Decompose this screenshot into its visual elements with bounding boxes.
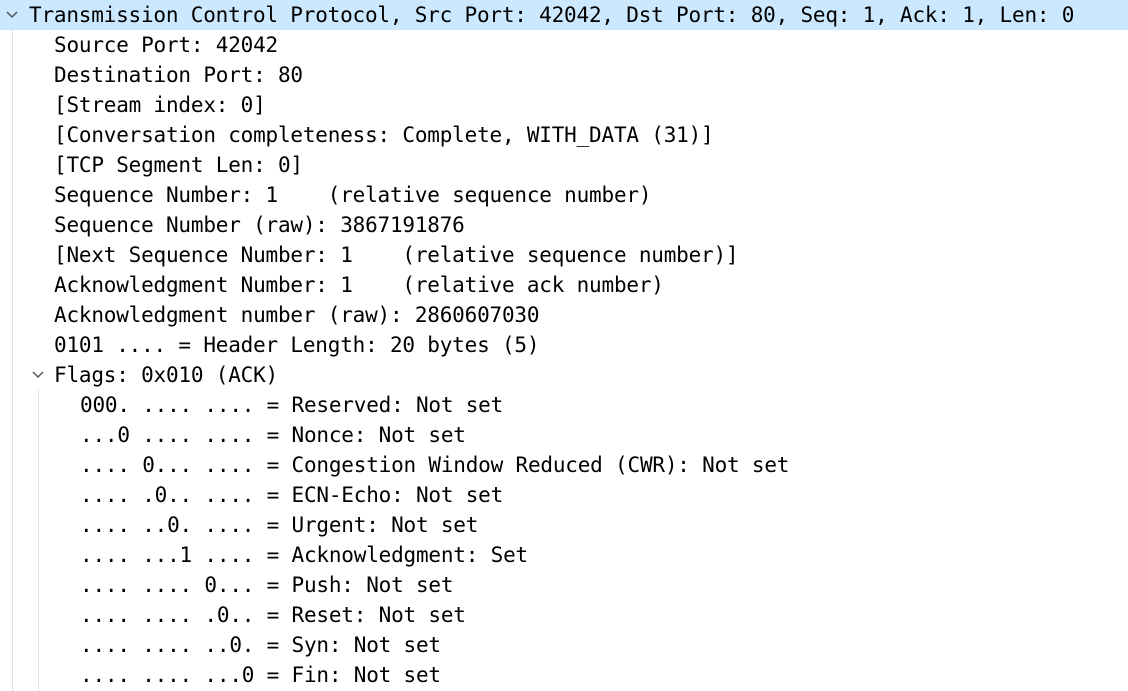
tree-row-flag-cwr[interactable]: .... 0... .... = Congestion Window Reduc… [0,450,1128,480]
tree-row-flag-fin[interactable]: .... .... ...0 = Fin: Not set [0,660,1128,690]
flag-field-label: .... 0... .... = Congestion Window Reduc… [80,453,790,477]
field-label: [Next Sequence Number: 1 (relative seque… [54,243,739,267]
field-label: [Conversation completeness: Complete, WI… [54,123,714,147]
tree-row-ack-number-raw[interactable]: Acknowledgment number (raw): 2860607030 [0,300,1128,330]
tree-row-stream-index[interactable]: [Stream index: 0] [0,90,1128,120]
tcp-summary-label: Transmission Control Protocol, Src Port:… [29,3,1075,27]
field-label: Source Port: 42042 [54,33,278,57]
flag-field-label: .... .0.. .... = ECN-Echo: Not set [80,483,504,507]
tree-row-tcp[interactable]: Transmission Control Protocol, Src Port:… [0,0,1128,30]
field-label: Acknowledgment number (raw): 2860607030 [54,303,540,327]
tree-row-source-port[interactable]: Source Port: 42042 [0,30,1128,60]
tree-row-flag-syn[interactable]: .... .... ..0. = Syn: Not set [0,630,1128,660]
tree-row-segment-len[interactable]: [TCP Segment Len: 0] [0,150,1128,180]
field-label: Acknowledgment Number: 1 (relative ack n… [54,273,664,297]
tree-row-ack-number[interactable]: Acknowledgment Number: 1 (relative ack n… [0,270,1128,300]
tree-row-flag-urgent[interactable]: .... ..0. .... = Urgent: Not set [0,510,1128,540]
field-label: Destination Port: 80 [54,63,303,87]
tree-row-flag-reset[interactable]: .... .... .0.. = Reset: Not set [0,600,1128,630]
flag-field-label: .... ...1 .... = Acknowledgment: Set [80,543,528,567]
field-label: Sequence Number: 1 (relative sequence nu… [54,183,652,207]
flag-field-label: 000. .... .... = Reserved: Not set [80,393,504,417]
chevron-down-icon[interactable] [5,0,19,30]
tree-row-flag-ecn-echo[interactable]: .... .0.. .... = ECN-Echo: Not set [0,480,1128,510]
tree-row-flag-reserved[interactable]: 000. .... .... = Reserved: Not set [0,390,1128,420]
field-label: [TCP Segment Len: 0] [54,153,303,177]
tree-row-flag-nonce[interactable]: ...0 .... .... = Nonce: Not set [0,420,1128,450]
tree-row-sequence-number[interactable]: Sequence Number: 1 (relative sequence nu… [0,180,1128,210]
flag-field-label: .... ..0. .... = Urgent: Not set [80,513,479,537]
tree-row-next-sequence-number[interactable]: [Next Sequence Number: 1 (relative seque… [0,240,1128,270]
flag-field-label: ...0 .... .... = Nonce: Not set [80,423,466,447]
flags-label: Flags: 0x010 (ACK) [54,363,278,387]
tree-row-header-length[interactable]: 0101 .... = Header Length: 20 bytes (5) [0,330,1128,360]
flag-field-label: .... .... 0... = Push: Not set [80,573,454,597]
tree-row-flags[interactable]: Flags: 0x010 (ACK) [0,360,1128,390]
field-label: Sequence Number (raw): 3867191876 [54,213,465,237]
flag-field-label: .... .... .0.. = Reset: Not set [80,603,466,627]
tree-row-flag-push[interactable]: .... .... 0... = Push: Not set [0,570,1128,600]
flag-field-label: .... .... ..0. = Syn: Not set [80,633,441,657]
tree-row-destination-port[interactable]: Destination Port: 80 [0,60,1128,90]
tree-row-conversation-completeness[interactable]: [Conversation completeness: Complete, WI… [0,120,1128,150]
flag-field-label: .... .... ...0 = Fin: Not set [80,663,441,687]
tree-row-sequence-number-raw[interactable]: Sequence Number (raw): 3867191876 [0,210,1128,240]
chevron-down-icon[interactable] [31,360,45,390]
field-label: [Stream index: 0] [54,93,266,117]
packet-details-tree: Transmission Control Protocol, Src Port:… [0,0,1128,691]
field-label: 0101 .... = Header Length: 20 bytes (5) [54,333,540,357]
tree-row-flag-acknowledgment[interactable]: .... ...1 .... = Acknowledgment: Set [0,540,1128,570]
